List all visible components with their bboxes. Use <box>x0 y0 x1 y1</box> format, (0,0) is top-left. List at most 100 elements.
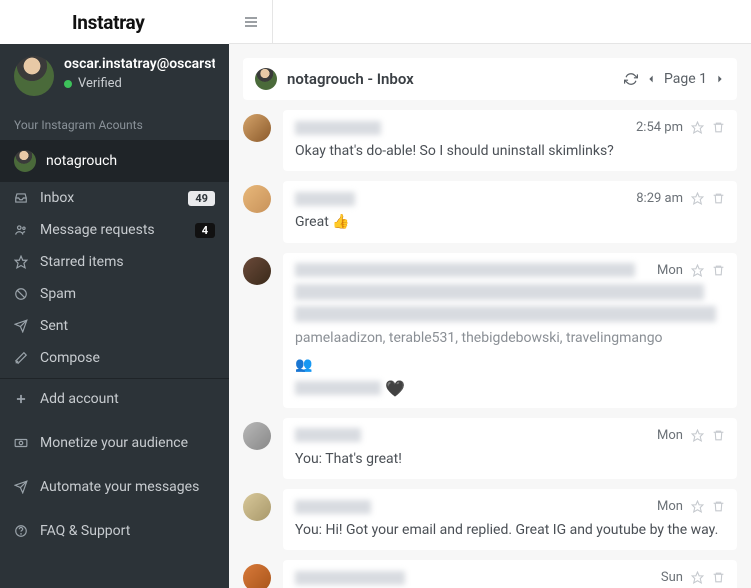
verified-label: Verified <box>78 76 122 91</box>
nav-monetize[interactable]: Monetize your audience <box>0 427 229 459</box>
nav-compose[interactable]: Compose <box>0 342 229 374</box>
redacted-line <box>295 284 704 300</box>
delete-button[interactable] <box>712 192 725 205</box>
nav-starred-label: Starred items <box>40 254 215 270</box>
account-handle: notagrouch <box>46 153 117 169</box>
nav-faq-label: FAQ & Support <box>40 523 215 539</box>
thread-timestamp: 2:54 pm <box>636 120 683 135</box>
sender-name-redacted <box>295 571 405 585</box>
thread-row[interactable]: Mon You: That's great! <box>243 418 737 479</box>
star-icon <box>14 255 30 269</box>
thread-preview: Okay that's do-able! So I should uninsta… <box>295 141 725 161</box>
thread-row[interactable]: 8:29 am Great 👍 <box>243 181 737 242</box>
page-next-button[interactable] <box>715 72 725 86</box>
plus-icon <box>14 392 30 406</box>
heart-icon: 🖤 <box>385 379 405 398</box>
thread-avatar <box>243 493 271 521</box>
send-icon <box>14 319 30 333</box>
delete-button[interactable] <box>712 121 725 134</box>
profile-block: oscar.instatray@oscarstech Verified <box>0 44 229 106</box>
logo-bar: Instatray <box>0 0 229 44</box>
nav-add-account[interactable]: Add account <box>0 383 229 415</box>
pager: Page 1 <box>624 71 725 87</box>
page-prev-button[interactable] <box>646 72 656 86</box>
star-button[interactable] <box>691 121 704 134</box>
nav-inbox[interactable]: Inbox 49 <box>0 182 229 214</box>
nav-spam-label: Spam <box>40 286 215 302</box>
nav-spam[interactable]: Spam <box>0 278 229 310</box>
users-icon <box>14 223 30 237</box>
delete-button[interactable] <box>712 500 725 513</box>
hamburger-button[interactable] <box>229 0 273 44</box>
star-button[interactable] <box>691 571 704 584</box>
delete-button[interactable] <box>712 429 725 442</box>
refresh-button[interactable] <box>624 72 638 86</box>
sender-name-redacted <box>295 428 361 442</box>
profile-email: oscar.instatray@oscarstech <box>64 56 215 72</box>
page-label: Page 1 <box>664 71 707 87</box>
redacted-line <box>295 381 381 395</box>
edit-icon <box>14 351 30 365</box>
inbox-account-avatar <box>255 68 277 90</box>
thread-preview: You: Hi! Got your email and replied. Gre… <box>295 520 725 540</box>
thread-timestamp: Mon <box>657 428 683 443</box>
money-icon <box>14 436 30 450</box>
content: notagrouch - Inbox Page 1 2:54 pm Okay t… <box>229 44 751 588</box>
thread-avatar <box>243 185 271 213</box>
nav-automate[interactable]: Automate your messages <box>0 471 229 503</box>
thread-timestamp: Mon <box>657 263 683 278</box>
delete-button[interactable] <box>712 571 725 584</box>
sender-name-redacted <box>295 192 355 206</box>
thread-avatar <box>243 114 271 142</box>
sidebar: Instatray oscar.instatray@oscarstech Ver… <box>0 0 229 588</box>
thread-timestamp: 8:29 am <box>636 191 683 206</box>
group-icon: 👥 <box>295 357 312 373</box>
nav-sent-label: Sent <box>40 318 215 334</box>
inbox-title: notagrouch - Inbox <box>287 70 614 88</box>
nav-automate-label: Automate your messages <box>40 479 215 495</box>
nav-starred[interactable]: Starred items <box>0 246 229 278</box>
accounts-section-label: Your Instagram Acounts <box>0 106 229 140</box>
sender-name-redacted <box>295 263 635 277</box>
nav-folders: Inbox 49 Message requests 4 Starred item… <box>0 182 229 374</box>
nav-monetize-label: Monetize your audience <box>40 435 215 451</box>
nav-add-account-label: Add account <box>40 391 215 407</box>
divider <box>0 378 229 379</box>
nav-compose-label: Compose <box>40 350 215 366</box>
main-area: notagrouch - Inbox Page 1 2:54 pm Okay t… <box>229 0 751 588</box>
nav-message-requests[interactable]: Message requests 4 <box>0 214 229 246</box>
verified-status: Verified <box>64 76 215 91</box>
help-icon <box>14 524 30 538</box>
thread-timestamp: Mon <box>657 499 683 514</box>
delete-button[interactable] <box>712 264 725 277</box>
thread-avatar <box>243 564 271 588</box>
inbox-badge: 49 <box>188 191 215 206</box>
thread-timestamp: Sun <box>661 570 683 585</box>
star-button[interactable] <box>691 500 704 513</box>
star-button[interactable] <box>691 429 704 442</box>
thread-row[interactable]: Mon pamelaadizon, terable531, thebigdebo… <box>243 253 737 408</box>
star-button[interactable] <box>691 264 704 277</box>
thread-row[interactable]: Sun You: Haha <box>243 560 737 588</box>
account-avatar <box>14 150 36 172</box>
nav-message-requests-label: Message requests <box>40 222 185 238</box>
app-logo: Instatray <box>72 11 145 34</box>
account-item-notagrouch[interactable]: notagrouch <box>0 140 229 182</box>
thread-preview: Great 👍 <box>295 212 725 232</box>
thread-preview: You: That's great! <box>295 449 725 469</box>
sender-name-redacted <box>295 500 371 514</box>
thread-participants: pamelaadizon, terable531, thebigdebowski… <box>295 328 725 348</box>
topbar <box>229 0 751 44</box>
thread-row[interactable]: 2:54 pm Okay that's do-able! So I should… <box>243 110 737 171</box>
inbox-icon <box>14 191 30 205</box>
ban-icon <box>14 287 30 301</box>
thread-avatar <box>243 257 271 285</box>
nav-inbox-label: Inbox <box>40 190 178 206</box>
thread-avatar <box>243 422 271 450</box>
inbox-header: notagrouch - Inbox Page 1 <box>243 58 737 100</box>
profile-avatar <box>14 56 54 96</box>
thread-row[interactable]: Mon You: Hi! Got your email and replied.… <box>243 489 737 550</box>
star-button[interactable] <box>691 192 704 205</box>
nav-sent[interactable]: Sent <box>0 310 229 342</box>
nav-faq[interactable]: FAQ & Support <box>0 515 229 547</box>
